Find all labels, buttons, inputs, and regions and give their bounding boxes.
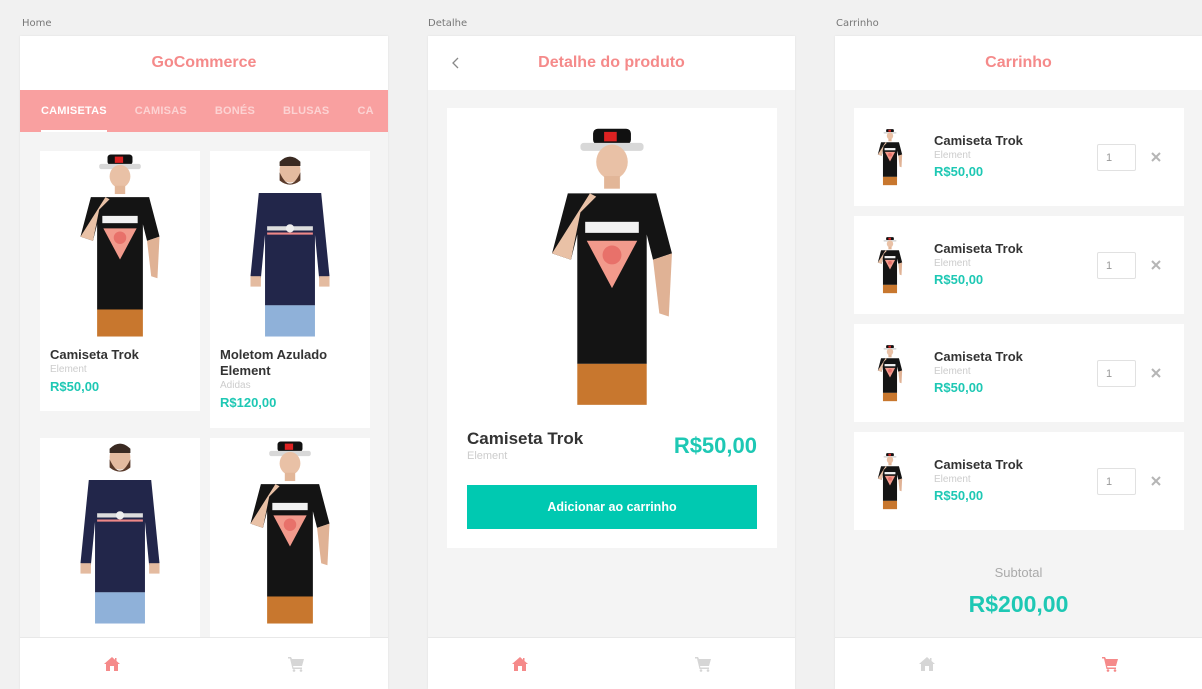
product-price: R$50,00 (50, 379, 100, 394)
product-image (210, 151, 370, 339)
cart-item-image (874, 344, 906, 402)
cart-item: Camiseta Trok Element R$50,00 (854, 324, 1184, 422)
tab-bones[interactable]: BONÉS (215, 105, 255, 117)
product-price: R$50,00 (673, 433, 757, 458)
tab-camisas[interactable]: CAMISAS (135, 105, 187, 117)
cart-item-brand: Element (934, 258, 971, 269)
product-name: Moletom Azulado Element (220, 347, 328, 378)
cart-item: Camiseta Trok Element R$50,00 (854, 216, 1184, 314)
bottom-tabbar (428, 637, 795, 689)
cart-item: Camiseta Trok Element R$50,00 (854, 432, 1184, 530)
product-image (210, 438, 370, 626)
frame-label-detail: Detalhe (428, 18, 468, 29)
bottom-tabbar (20, 637, 388, 689)
frame-label-home: Home (22, 18, 52, 29)
tab-home[interactable] (835, 638, 1019, 689)
home-icon (918, 656, 936, 672)
home-header: GoCommerce (20, 36, 388, 90)
product-brand: Element (467, 450, 508, 462)
close-icon[interactable] (1151, 476, 1161, 486)
tab-cart[interactable] (204, 638, 388, 689)
product-image (527, 124, 697, 408)
page-title: GoCommerce (151, 54, 257, 71)
tab-blusas[interactable]: BLUSAS (283, 105, 329, 117)
product-card[interactable]: Moletom Azulado Element Adidas R$120,00 (210, 151, 370, 428)
page-title: Detalhe do produto (538, 54, 685, 71)
chevron-left-icon[interactable] (446, 53, 466, 73)
page-title: Carrinho (985, 54, 1052, 71)
tab-camisetas[interactable]: CAMISETAS (41, 105, 107, 132)
add-to-cart-button[interactable]: Adicionar ao carrinho (467, 485, 757, 529)
quantity-input[interactable] (1097, 360, 1136, 387)
product-card[interactable] (40, 438, 200, 638)
product-brand: Element (50, 364, 87, 375)
cart-item-brand: Element (934, 366, 971, 377)
cart-item-name: Camiseta Trok (934, 457, 1023, 472)
detail-screen: Detalhe do produto Camiseta Trok Element… (428, 36, 795, 689)
product-card[interactable] (210, 438, 370, 638)
cart-item-price: R$50,00 (934, 272, 984, 287)
product-brand: Adidas (220, 380, 251, 391)
cart-header: Carrinho (835, 36, 1202, 90)
close-icon[interactable] (1151, 152, 1161, 162)
cart-item-image (874, 236, 906, 294)
tab-partial[interactable]: CA (357, 105, 373, 117)
home-icon (103, 656, 121, 672)
cart-icon (694, 656, 712, 672)
cart-item-image (874, 128, 906, 186)
tab-cart[interactable] (1019, 638, 1202, 689)
category-tabs: CAMISETAS CAMISAS BONÉS BLUSAS CA (20, 90, 388, 132)
product-image (40, 151, 200, 339)
quantity-input[interactable] (1097, 252, 1136, 279)
close-icon[interactable] (1151, 368, 1161, 378)
home-screen: GoCommerce CAMISETAS CAMISAS BONÉS BLUSA… (20, 36, 388, 689)
product-image (40, 438, 200, 626)
frame-label-cart: Carrinho (836, 18, 879, 29)
quantity-input[interactable] (1097, 468, 1136, 495)
close-icon[interactable] (1151, 260, 1161, 270)
home-icon (511, 656, 529, 672)
cart-item-price: R$50,00 (934, 164, 984, 179)
cart-item-name: Camiseta Trok (934, 133, 1023, 148)
cart-item: Camiseta Trok Element R$50,00 (854, 108, 1184, 206)
tab-cart[interactable] (612, 638, 796, 689)
cart-item-price: R$50,00 (934, 380, 984, 395)
detail-header: Detalhe do produto (428, 36, 795, 90)
cart-icon (1101, 656, 1119, 672)
subtotal-panel: Subtotal R$200,00 (835, 540, 1202, 638)
product-name: Camiseta Trok (50, 347, 139, 362)
tab-home[interactable] (428, 638, 612, 689)
cart-item-name: Camiseta Trok (934, 349, 1023, 364)
tab-home[interactable] (20, 638, 204, 689)
quantity-input[interactable] (1097, 144, 1136, 171)
cart-item-image (874, 452, 906, 510)
subtotal-value: R$200,00 (968, 591, 1069, 617)
cart-screen: Carrinho Camiseta Trok Element R$50,00 C… (835, 36, 1202, 689)
cart-item-price: R$50,00 (934, 488, 984, 503)
bottom-tabbar (835, 637, 1202, 689)
subtotal-label: Subtotal (994, 565, 1043, 580)
cart-icon (287, 656, 305, 672)
product-name: Camiseta Trok (467, 429, 584, 448)
product-price: R$120,00 (220, 395, 277, 410)
product-detail-card: Camiseta Trok Element R$50,00 Adicionar … (447, 108, 777, 548)
cart-item-name: Camiseta Trok (934, 241, 1023, 256)
cart-item-brand: Element (934, 150, 971, 161)
product-card[interactable]: Camiseta Trok Element R$50,00 (40, 151, 200, 411)
cart-item-brand: Element (934, 474, 971, 485)
